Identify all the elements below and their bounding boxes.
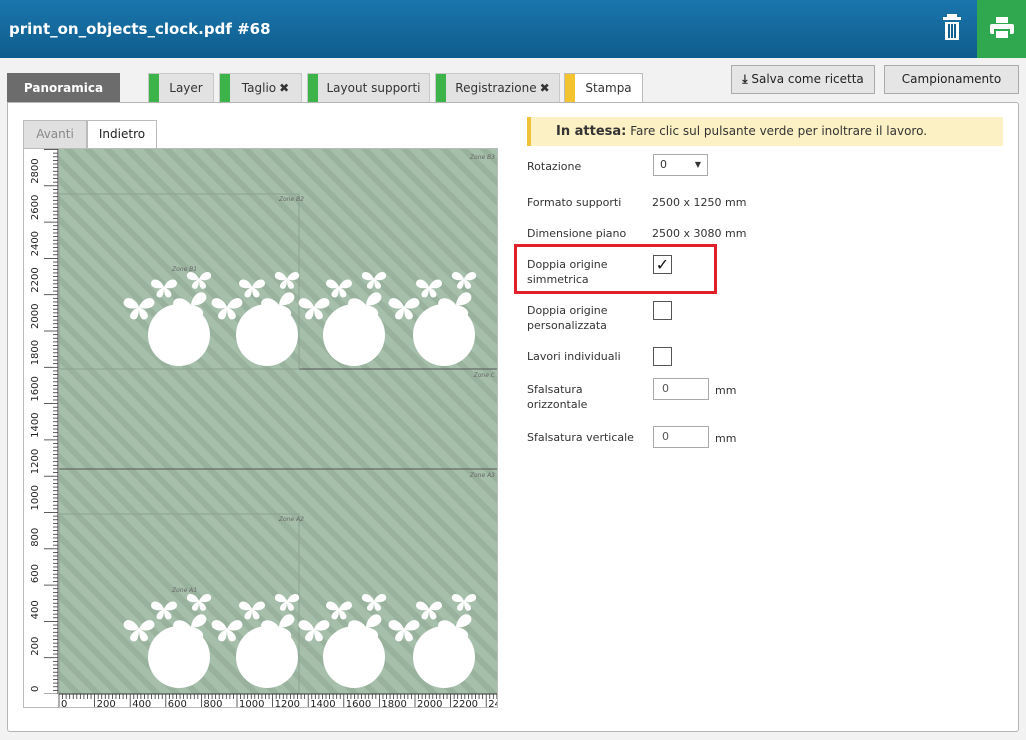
zone-label: Zone A3 [469, 472, 495, 479]
rotation-label: Rotazione [527, 160, 582, 173]
y-tick-label: 800 [30, 528, 41, 547]
zone-label: Zone A1 [171, 587, 197, 594]
close-icon: ✖ [539, 81, 550, 95]
close-icon: ✖ [279, 81, 290, 95]
zone-label: Zone C [473, 372, 496, 379]
y-tick-label: 2600 [30, 195, 41, 220]
x-tick-label: 1800 [381, 699, 406, 708]
tab-overview[interactable]: Panoramica [7, 73, 120, 103]
save-recipe-button[interactable]: ⤓ Salva come ricetta [731, 65, 875, 94]
rotation-select[interactable]: 0 ▼ [653, 154, 708, 176]
x-tick-label: 1200 [275, 699, 300, 708]
x-tick-label: 200 [97, 699, 116, 708]
trash-icon[interactable] [941, 12, 969, 44]
double-custom-checkbox[interactable] [653, 301, 672, 320]
chevron-down-icon: ▼ [694, 160, 701, 169]
x-tick-label: 1600 [346, 699, 371, 708]
individual-jobs-label: Lavori individuali [527, 350, 621, 363]
individual-jobs-checkbox[interactable] [653, 347, 672, 366]
table-size-value: 2500 x 3080 mm [652, 227, 747, 240]
y-tick-label: 2000 [30, 304, 41, 329]
tab-media-layout[interactable]: Layout supporti [307, 73, 430, 103]
title-bar: print_on_objects_clock.pdf #68 [0, 0, 1026, 58]
zone-label: Zone B1 [171, 266, 197, 273]
job-title: print_on_objects_clock.pdf #68 [9, 20, 271, 38]
y-tick-label: 1800 [30, 340, 41, 365]
y-tick-label: 1400 [30, 412, 41, 437]
y-tick-label: 2800 [30, 158, 41, 183]
unit-label: mm [715, 384, 737, 397]
double-custom-label: Doppia origine personalizzata [527, 304, 608, 332]
download-icon: ⤓ [742, 72, 748, 86]
tab-layer[interactable]: Layer [148, 73, 214, 103]
tab-registration[interactable]: Registrazione ✖ [435, 73, 560, 103]
y-tick-label: 0 [30, 686, 41, 692]
tab-back[interactable]: Indietro [87, 120, 157, 149]
print-button[interactable] [977, 0, 1026, 58]
print-preview[interactable]: Zone B3 Zone B2 Zone B1 Zone C Zone A3 Z… [23, 148, 498, 708]
unit-label: mm [715, 432, 737, 445]
y-tick-label: 200 [30, 637, 41, 656]
x-tick-label: 24 [488, 699, 498, 708]
x-tick-label: 2000 [417, 699, 442, 708]
tab-print[interactable]: Stampa [564, 73, 643, 104]
y-tick-label: 1200 [30, 449, 41, 474]
offset-horizontal-label: Sfalsatura orizzontale [527, 383, 588, 411]
highlight-box [514, 244, 717, 294]
x-tick-label: 600 [168, 699, 187, 708]
media-format-value: 2500 x 1250 mm [652, 196, 747, 209]
x-tick-label: 0 [61, 699, 67, 708]
offset-vertical-label: Sfalsatura verticale [527, 431, 634, 444]
media-format-label: Formato supporti [527, 196, 622, 209]
preview-canvas: Zone B3 Zone B2 Zone B1 Zone C Zone A3 Z… [24, 149, 498, 708]
zone-label: Zone A2 [278, 516, 304, 523]
y-tick-label: 400 [30, 600, 41, 619]
sampling-button[interactable]: Campionamento [884, 65, 1019, 94]
y-tick-label: 600 [30, 564, 41, 583]
x-tick-label: 2200 [453, 699, 478, 708]
zone-label: Zone B3 [469, 154, 495, 161]
y-tick-label: 1000 [30, 485, 41, 510]
x-tick-label: 400 [132, 699, 151, 708]
zone-label: Zone B2 [278, 196, 304, 203]
x-tick-label: 1000 [239, 699, 264, 708]
y-tick-label: 2200 [30, 267, 41, 292]
x-tick-label: 1400 [310, 699, 335, 708]
y-tick-label: 1600 [30, 376, 41, 401]
offset-horizontal-input[interactable]: 0 [653, 378, 709, 400]
printer-icon [990, 17, 1014, 39]
table-size-label: Dimensione piano [527, 227, 627, 240]
tab-cut[interactable]: Taglio ✖ [219, 73, 302, 103]
status-banner: In attesa: Fare clic sul pulsante verde … [527, 117, 1003, 146]
tab-front[interactable]: Avanti [23, 120, 87, 148]
x-tick-label: 800 [203, 699, 222, 708]
offset-vertical-input[interactable]: 0 [653, 426, 709, 448]
y-tick-label: 2400 [30, 231, 41, 256]
